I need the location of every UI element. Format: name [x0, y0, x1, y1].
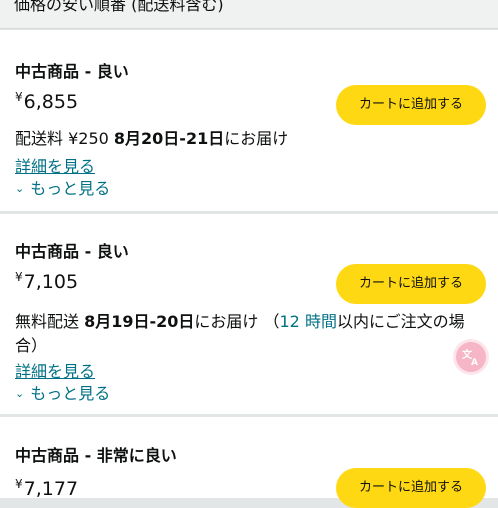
- price-amount: 7,177: [23, 478, 79, 500]
- currency-symbol: ¥: [15, 477, 23, 491]
- offer-price: ¥7,105: [15, 270, 78, 293]
- see-more-toggle[interactable]: ⌄ もっと見る: [15, 175, 110, 199]
- delivery-date: 8月20日-21日: [113, 129, 225, 148]
- delivery-fee: 配送料 ¥250: [15, 129, 114, 148]
- translate-icon: 文 A: [462, 348, 478, 367]
- add-to-cart-button[interactable]: カートに追加する: [336, 468, 486, 508]
- price-amount: 6,855: [23, 91, 79, 113]
- offer-price: ¥6,855: [15, 90, 78, 113]
- sort-header: 価格の安い順番 (配送料含む): [0, 0, 498, 29]
- svg-text:A: A: [471, 358, 478, 367]
- see-more-label: もっと見る: [30, 179, 111, 198]
- delivery-date: 8月19日-20日: [84, 312, 195, 331]
- delivery-fee: 無料配送: [15, 312, 85, 331]
- offer-condition: 中古商品 - 非常に良い: [15, 446, 177, 465]
- see-more-toggle[interactable]: ⌄ もっと見る: [15, 380, 110, 404]
- offer-card: 中古商品 - 非常に良い ¥7,177 カートに追加する: [0, 417, 498, 508]
- offer-card: 中古商品 - 良い ¥6,855 カートに追加する 配送料 ¥250 8月20日…: [0, 30, 498, 211]
- delivery-suffix: にお届け: [224, 129, 289, 148]
- offer-price: ¥7,177: [15, 477, 78, 500]
- see-more-label: もっと見る: [30, 384, 111, 403]
- add-to-cart-button[interactable]: カートに追加する: [336, 85, 486, 125]
- currency-symbol: ¥: [15, 270, 23, 284]
- delivery-suffix: にお届け （: [194, 312, 280, 331]
- chevron-down-icon: ⌄: [15, 387, 25, 400]
- delivery-info: 無料配送 8月19日-20日にお届け （12 時間以内にご注文の場合）: [15, 310, 475, 358]
- price-amount: 7,105: [23, 271, 79, 293]
- chevron-down-icon: ⌄: [15, 182, 25, 195]
- sort-header-label: 価格の安い順番 (配送料含む): [14, 0, 224, 14]
- currency-symbol: ¥: [15, 90, 23, 104]
- translate-button[interactable]: 文 A: [456, 342, 486, 372]
- offer-condition: 中古商品 - 良い: [15, 242, 129, 261]
- offer-condition: 中古商品 - 良い: [15, 62, 129, 81]
- details-link[interactable]: 詳細を見る: [15, 358, 95, 382]
- delivery-info: 配送料 ¥250 8月20日-21日にお届け: [15, 127, 475, 151]
- add-to-cart-button[interactable]: カートに追加する: [336, 264, 486, 304]
- details-link[interactable]: 詳細を見る: [15, 153, 95, 177]
- offer-card: 中古商品 - 良い ¥7,105 カートに追加する 無料配送 8月19日-20日…: [0, 214, 498, 414]
- order-within-hours: 12 時間: [279, 312, 337, 331]
